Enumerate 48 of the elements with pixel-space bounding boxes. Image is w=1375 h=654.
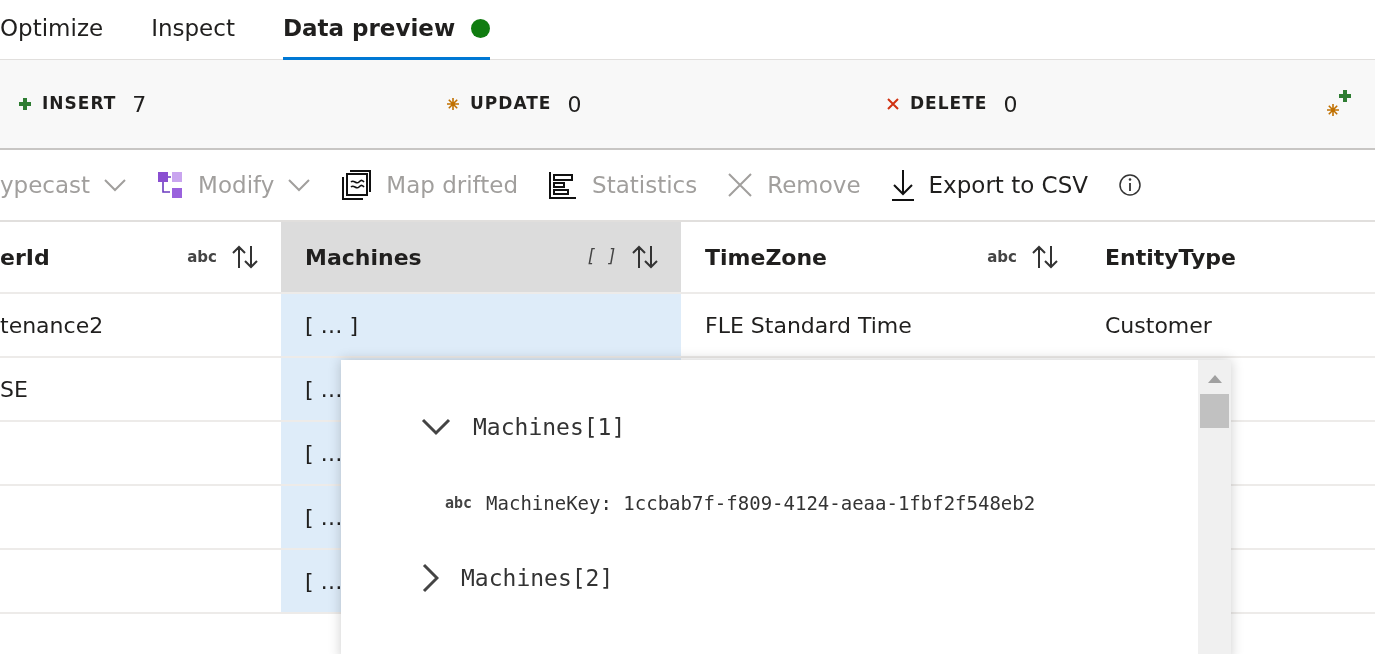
count-label: UPDATE [470,92,552,116]
table-cell-text: tenance2 [0,311,104,340]
column-header[interactable]: EntityType [1081,222,1375,294]
chevron-down-icon [421,418,451,437]
type-label: [ ] [586,245,617,269]
tab[interactable]: Inspect [151,0,235,60]
bar-list-icon [548,170,579,200]
stacked-pages-icon [340,169,373,201]
plus-icon [18,97,32,111]
table-cell-text: [ … [305,375,343,404]
header-label: Machines [305,243,422,272]
count-label: INSERT [42,92,117,116]
download-icon [890,169,915,201]
type-label: abc [987,246,1017,268]
count-value: 0 [567,90,582,119]
count-value: 7 [132,90,147,119]
table-cell-text: [ … ] [305,311,359,340]
tab[interactable]: Optimize [0,0,104,60]
table-cell-text: FLE Standard Time [705,311,912,340]
tree-node[interactable]: Machines[1] [421,410,626,445]
table-cell-text: [ … [305,439,343,468]
header-label: erId [0,243,50,272]
toolbar-button[interactable]: Export to CSV [890,167,1088,203]
scrollbar-thumb[interactable] [1200,394,1229,428]
count-value: 0 [1003,90,1018,119]
cross-icon [886,97,900,111]
scrollbar[interactable] [1198,360,1231,654]
field-value: MachineKey: 1ccbab7f-f809-4124-aeaa-1fbf2f548eb2 [486,490,1036,516]
table-cell-text: [ … [305,567,343,596]
table-cell-text: Customer [1105,311,1212,340]
info-icon [1118,173,1142,197]
table-cell-text: [ … [305,503,343,532]
header-label: TimeZone [705,243,828,272]
scroll-up-icon [1206,374,1223,384]
column-header[interactable]: TimeZone abc [681,222,1081,294]
tree-node[interactable]: Machines[2] [421,561,614,596]
column-header[interactable]: Machines [ ] [281,222,681,294]
asterisk-plus-icon [1326,89,1352,119]
type-label: abc [445,492,473,514]
asterisk-icon [446,97,460,111]
info-button[interactable] [1118,173,1142,197]
flow-icon [156,170,185,200]
header-label: EntityType [1105,243,1236,272]
close-icon [727,172,754,198]
table-cell-text: SE [0,375,28,404]
count-label: DELETE [910,92,988,116]
type-label: abc [187,246,217,268]
chevron-right-icon [421,563,439,594]
